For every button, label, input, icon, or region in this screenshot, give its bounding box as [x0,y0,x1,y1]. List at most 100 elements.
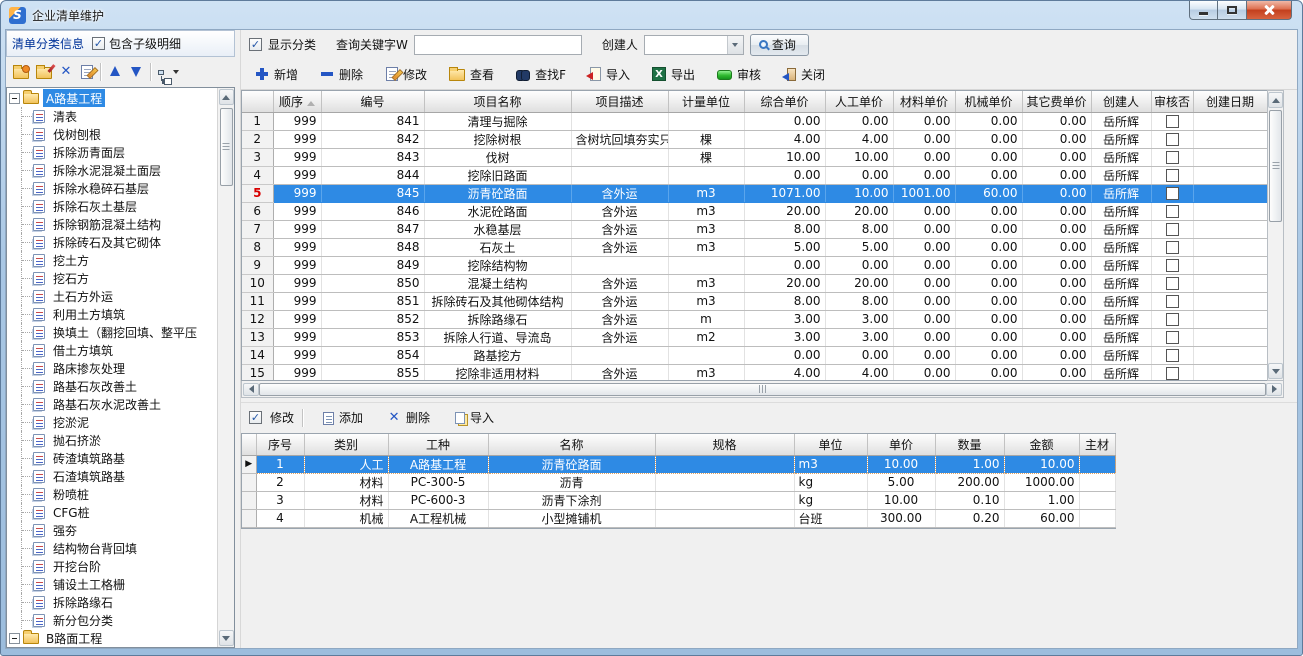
detail-modify-checkbox[interactable] [249,411,262,424]
tree-scroll-thumb[interactable] [220,108,233,186]
scroll-left-icon[interactable] [243,383,259,396]
table-row[interactable]: 15999855挖除非适用材料含外运m34.004.000.000.000.00… [242,364,1267,381]
audit-checkbox[interactable] [1166,331,1179,344]
table-row[interactable]: 11999851拆除砖石及其他砌体结构含外运m38.008.000.000.00… [242,292,1267,310]
row-number-cell[interactable]: 8 [242,238,273,256]
corner-cell[interactable] [242,91,273,112]
detail-delete-button[interactable]: 删除 [377,404,440,431]
audit-checkbox[interactable] [1166,187,1179,200]
scroll-right-icon[interactable] [1266,383,1282,396]
keyword-input[interactable] [414,35,582,55]
table-row[interactable]: 5999845沥青砼路面含外运m31071.0010.001001.0060.0… [242,184,1267,202]
tree-item[interactable]: 抛石挤淤 [7,431,217,449]
move-down-icon[interactable] [129,65,143,79]
row-number-cell[interactable]: 1 [242,112,273,130]
main-grid-vscrollbar[interactable] [1267,90,1284,381]
tree-item[interactable]: 清表 [7,107,217,125]
table-row[interactable]: 2999842挖除树根含树坑回填夯实只棵4.004.000.000.000.00… [242,130,1267,148]
audit-checkbox[interactable] [1166,223,1179,236]
audit-checkbox[interactable] [1166,313,1179,326]
toolbar-button-audit[interactable]: 审核 [707,61,771,88]
column-header[interactable]: 机械单价 [955,91,1022,112]
audit-checkbox[interactable] [1166,241,1179,254]
show-category-checkbox[interactable] [249,38,262,51]
column-header[interactable]: 主材 [1079,434,1115,455]
column-header[interactable]: 人工单价 [825,91,893,112]
audit-checkbox[interactable] [1166,205,1179,218]
minimize-button[interactable] [1189,1,1218,20]
column-header[interactable]: 创建人 [1091,91,1151,112]
delete-category-icon[interactable] [59,65,73,79]
tree-item[interactable]: 铺设土工格栅 [7,575,217,593]
maximize-button[interactable] [1218,1,1246,20]
audit-checkbox[interactable] [1166,349,1179,362]
row-number-cell[interactable]: 9 [242,256,273,274]
close-button[interactable] [1246,1,1292,20]
tree-item[interactable]: 利用土方填筑 [7,305,217,323]
tree-scrollbar[interactable] [217,88,234,647]
column-header[interactable]: 项目名称 [424,91,571,112]
tree-item[interactable]: 新分包分类 [7,611,217,629]
tree-item[interactable]: CFG桩 [7,503,217,521]
toolbar-button-edit[interactable]: 修改 [375,61,437,88]
tree-item[interactable]: 挖石方 [7,269,217,287]
tree-item[interactable]: 借土方填筑 [7,341,217,359]
table-row[interactable]: 9999849挖除结构物0.000.000.000.000.00岳所辉 [242,256,1267,274]
row-number-cell[interactable]: 4 [242,166,273,184]
tree-item[interactable]: 拆除沥青面层 [7,143,217,161]
scroll-up-icon[interactable] [1268,92,1283,108]
column-header[interactable]: 数量 [935,434,1004,455]
row-number-cell[interactable]: 6 [242,202,273,220]
scroll-down-icon[interactable] [1268,363,1283,379]
column-header[interactable]: 其它费单价 [1022,91,1091,112]
tree-item[interactable]: 拆除路缘石 [7,593,217,611]
table-row[interactable]: 8999848石灰土含外运m35.005.000.000.000.00岳所辉 [242,238,1267,256]
toolbar-button-plus[interactable]: 新增 [245,61,308,88]
tree-item[interactable]: 伐树刨根 [7,125,217,143]
row-number-cell[interactable]: 15 [242,364,273,381]
table-row[interactable]: 1999841清理与掘除0.000.000.000.000.00岳所辉 [242,112,1267,130]
audit-checkbox[interactable] [1166,169,1179,182]
scroll-down-icon[interactable] [219,630,234,646]
include-children-checkbox[interactable] [92,37,105,50]
column-header[interactable]: 项目描述 [571,91,668,112]
column-header[interactable]: 工种 [388,434,488,455]
tree-item[interactable]: 开挖台阶 [7,557,217,575]
row-number-cell[interactable]: 14 [242,346,273,364]
tree-item[interactable]: 结构物台背回填 [7,539,217,557]
toolbar-button-minus[interactable]: 删除 [310,61,373,88]
tree-item[interactable]: 换填土（翻挖回填、整平压 [7,323,217,341]
audit-checkbox[interactable] [1166,259,1179,272]
table-row[interactable]: 6999846水泥砼路面含外运m320.0020.000.000.000.00岳… [242,202,1267,220]
modify-category-icon[interactable] [81,65,93,79]
column-header[interactable]: 审核否 [1151,91,1193,112]
tree-item[interactable]: 拆除石灰土基层 [7,197,217,215]
tree-item[interactable]: 路基石灰水泥改善土 [7,395,217,413]
table-row[interactable]: 10999850混凝土结构含外运m320.0020.000.000.000.00… [242,274,1267,292]
vscroll-thumb[interactable] [1269,110,1282,222]
table-row[interactable]: 3999843伐树棵10.0010.000.000.000.00岳所辉 [242,148,1267,166]
toolbar-button-door[interactable]: 关闭 [773,61,835,88]
detail-row[interactable]: 2材料PC-300-5沥青kg5.00200.001000.00 [242,473,1115,491]
column-header[interactable]: 材料单价 [893,91,955,112]
tree-item[interactable]: 石渣填筑路基 [7,467,217,485]
tree-item[interactable]: 拆除钢筋混凝土结构 [7,215,217,233]
tree-item[interactable]: 挖淤泥 [7,413,217,431]
tree-item[interactable]: 路基石灰改善土 [7,377,217,395]
table-row[interactable]: 14999854路基挖方0.000.000.000.000.00岳所辉 [242,346,1267,364]
audit-checkbox[interactable] [1166,295,1179,308]
new-folder-icon[interactable] [13,67,29,79]
tree-item[interactable]: 路床掺灰处理 [7,359,217,377]
main-grid-hscrollbar[interactable] [241,381,1284,398]
table-row[interactable]: 13999853拆除人行道、导流岛含外运m23.003.000.000.000.… [242,328,1267,346]
audit-checkbox[interactable] [1166,151,1179,164]
column-header[interactable]: 计量单位 [668,91,744,112]
tree-root-item[interactable]: B路面工程 [7,629,217,647]
audit-checkbox[interactable] [1166,133,1179,146]
row-number-cell[interactable]: 7 [242,220,273,238]
column-header[interactable]: 单价 [867,434,935,455]
row-number-cell[interactable]: 3 [242,148,273,166]
row-number-cell[interactable]: 11 [242,292,273,310]
audit-checkbox[interactable] [1166,277,1179,290]
tree-view-icon[interactable] [158,70,164,75]
